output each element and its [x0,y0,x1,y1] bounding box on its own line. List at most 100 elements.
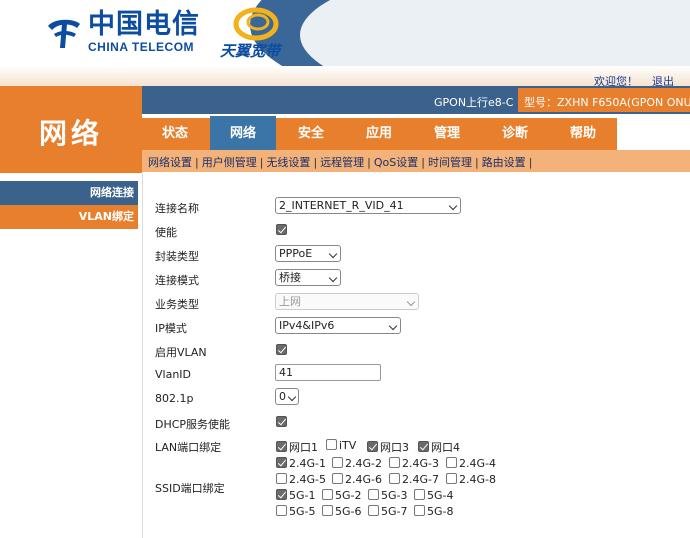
ssid-option[interactable]: 2.4G-8 [446,473,496,486]
ssid-checkbox[interactable] [276,457,287,468]
ssid-label: 5G-7 [381,505,408,518]
welcome-link[interactable]: 欢迎您！ [594,73,638,86]
logo-chinese-text: 中国电信 [88,9,200,40]
encap-value: PPPoE [279,247,313,260]
ssid-checkbox[interactable] [368,489,379,500]
subnav-separator: | [528,156,533,169]
tab-security[interactable]: 安全 [278,118,344,150]
logout-link[interactable]: 退出 [652,73,674,86]
lan-port-itv-checkbox[interactable] [326,439,337,450]
header-gradient [0,66,690,86]
p8021-label: 802.1p [155,392,194,405]
subnav-separator: | [421,156,425,169]
chevron-down-icon [328,273,338,283]
ssid-option[interactable]: 2.4G-4 [446,457,496,470]
ssid-checkbox[interactable] [322,489,333,500]
ssid-checkbox[interactable] [414,489,425,500]
subnav-wireless[interactable]: 无线设置 [266,156,310,169]
ip-mode-select[interactable]: IPv4&IPv6 [275,317,401,334]
model-label: 型号：ZXHN F650A(GPON ONU) [518,88,690,112]
service-label: 业务类型 [155,298,199,311]
section-title: 网络 [38,117,103,150]
ssid-option[interactable]: 5G-5 [276,505,316,518]
ssid-label: 2.4G-3 [402,457,439,470]
ssid-option[interactable]: 5G-3 [368,489,408,502]
chevron-down-icon [406,297,416,307]
china-telecom-emblem-icon [48,19,80,48]
tab-status[interactable]: 状态 [142,118,208,150]
dhcp-checkbox[interactable] [276,416,287,427]
ssid-checkbox[interactable] [276,505,287,516]
ssid-checkbox[interactable] [276,489,287,500]
ssid-checkbox[interactable] [446,473,457,484]
subnav-qos[interactable]: QoS设置 [374,156,418,169]
gpon-label: GPON上行e8-C [434,96,514,109]
tab-network[interactable]: 网络 [210,116,276,152]
subnav-network-settings[interactable]: 网络设置 [148,156,192,169]
ssid-checkbox[interactable] [368,505,379,516]
ssid-option[interactable]: 2.4G-1 [276,457,326,470]
ssid-option[interactable]: 2.4G-2 [332,457,382,470]
subnav-separator: | [313,156,318,169]
ssid-checkbox[interactable] [276,473,287,484]
tab-diagnostics[interactable]: 诊断 [482,118,548,150]
enable-checkbox[interactable] [276,224,287,235]
ssid-checkbox[interactable] [332,457,343,468]
ssid-option[interactable]: 2.4G-7 [389,473,439,486]
tab-help[interactable]: 帮助 [550,118,616,150]
ssid-option[interactable]: 2.4G-5 [276,473,326,486]
ssid-option[interactable]: 2.4G-6 [332,473,382,486]
vlan-enable-checkbox[interactable] [276,344,287,355]
ssid-option[interactable]: 5G-8 [414,505,454,518]
ssid-checkbox[interactable] [389,457,400,468]
sidebar-item-network-connection[interactable]: 网络连接 [0,181,138,205]
lan-port-option[interactable]: 网口4 [418,439,460,455]
ssid-option[interactable]: 5G-1 [276,489,316,502]
ssid-label: 2.4G-4 [459,457,496,470]
conn-name-value: 2_INTERNET_R_VID_41 [279,199,404,212]
lan-port-3-checkbox[interactable] [367,441,378,452]
subnav-separator: | [195,156,199,169]
p8021-value: 0 [279,390,286,403]
conn-name-select[interactable]: 2_INTERNET_R_VID_41 [275,197,461,214]
sidebar-item-vlan-binding[interactable]: VLAN绑定 [0,205,138,229]
ssid-checkbox[interactable] [322,505,333,516]
vlanid-input[interactable]: 41 [275,364,381,381]
subnav-separator: | [367,156,371,169]
p8021-select[interactable]: 0 [275,388,299,405]
ssid-checkbox[interactable] [332,473,343,484]
chevron-down-icon [328,249,338,259]
subnav-user-side[interactable]: 用户侧管理 [202,156,257,169]
ssid-label: 5G-3 [381,489,408,502]
lan-port-4-checkbox[interactable] [418,441,429,452]
subnav-route[interactable]: 路由设置 [482,156,526,169]
tab-management[interactable]: 管理 [414,118,480,150]
tab-application[interactable]: 应用 [346,118,412,150]
lan-port-option[interactable]: 网口1 [276,439,318,455]
lan-port-option[interactable]: 网口3 [367,439,409,455]
chevron-down-icon [287,392,297,402]
ssid-option[interactable]: 5G-7 [368,505,408,518]
ssid-label: 2.4G-5 [289,473,326,486]
ssid-label: 2.4G-1 [289,457,326,470]
ssid-option[interactable]: 5G-6 [322,505,362,518]
ssid-checkbox[interactable] [414,505,425,516]
lan-port-option[interactable]: iTV [326,439,356,452]
lan-port-itv-label: iTV [339,439,357,452]
encap-select[interactable]: PPPoE [275,245,341,262]
ssid-option[interactable]: 5G-4 [414,489,454,502]
ssid-option[interactable]: 5G-2 [322,489,362,502]
ssid-checkbox[interactable] [446,457,457,468]
ssid-option[interactable]: 2.4G-3 [389,457,439,470]
enable-label: 使能 [155,226,177,239]
ssid-bind-label: SSID端口绑定 [155,482,225,495]
logo-english-text: CHINA TELECOM [88,40,195,54]
subnav-time[interactable]: 时间管理 [428,156,472,169]
ssid-checkbox[interactable] [389,473,400,484]
subnav-remote[interactable]: 远程管理 [320,156,364,169]
service-value: 上网 [279,295,301,308]
lan-port-1-checkbox[interactable] [276,441,287,452]
ssid-label: 2.4G-2 [345,457,382,470]
mode-select[interactable]: 桥接 [275,269,341,286]
connection-form: 连接名称 2_INTERNET_R_VID_41 使能 封装类型 PPPoE 连… [142,173,690,538]
